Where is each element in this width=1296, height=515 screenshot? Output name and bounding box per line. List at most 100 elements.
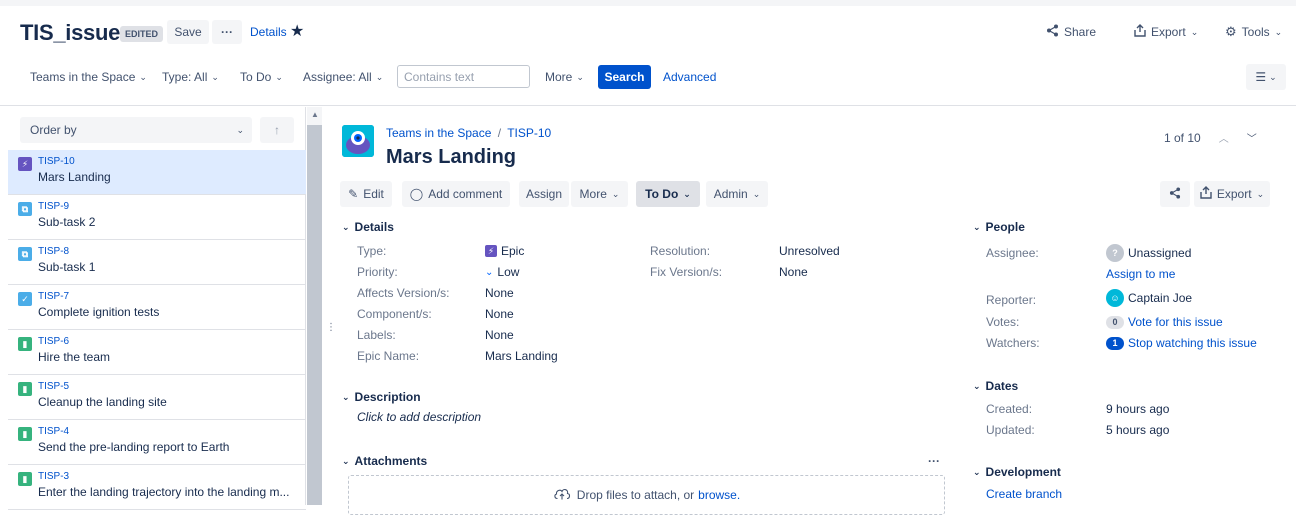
votes-label: Votes: xyxy=(986,315,1020,329)
type-filter[interactable]: Type: All ⌄ xyxy=(162,70,219,84)
issue-list-item[interactable]: ⧉ TISP-9 Sub-task 2 xyxy=(8,195,306,240)
watchers-label: Watchers: xyxy=(986,336,1040,350)
issue-detail: Teams in the Space / TISP-10 Mars Landin… xyxy=(330,107,1296,515)
description-section-toggle[interactable]: ⌄ Description xyxy=(342,390,421,404)
share-issue-button[interactable] xyxy=(1160,181,1190,207)
issue-key: TISP-6 xyxy=(38,336,70,347)
issue-summary: Hire the team xyxy=(38,350,111,364)
add-comment-button[interactable]: ◯ Add comment xyxy=(402,181,510,207)
assignee-filter[interactable]: Assignee: All ⌄ xyxy=(303,70,383,84)
export-label: Export xyxy=(1151,25,1186,39)
more-criteria-button[interactable]: More ⌄ xyxy=(545,70,584,84)
story-icon: ▮ xyxy=(18,382,32,396)
details-heading: Details xyxy=(354,220,394,234)
chevron-down-icon: ⌄ xyxy=(1190,26,1199,37)
add-comment-label: Add comment xyxy=(428,187,503,201)
status-label: To Do xyxy=(645,187,679,201)
people-section-toggle[interactable]: ⌄ People xyxy=(973,220,1025,234)
admin-label: Admin xyxy=(713,187,748,201)
more-menu-button[interactable]: More ⌄ xyxy=(571,181,628,207)
chevron-down-icon: ⌄ xyxy=(342,391,350,402)
layout-switcher-button[interactable]: ☰ ⌄ xyxy=(1246,64,1286,90)
project-filter[interactable]: Teams in the Space ⌄ xyxy=(30,70,147,84)
previous-issue-icon[interactable]: ︿ xyxy=(1219,130,1229,145)
scroll-up-icon[interactable]: ▲ xyxy=(311,110,319,119)
issue-summary: Cleanup the landing site xyxy=(38,395,167,409)
edit-button[interactable]: ✎ Edit xyxy=(340,181,392,207)
vote-link[interactable]: Vote for this issue xyxy=(1128,315,1223,329)
breadcrumb-issue-key[interactable]: TISP-10 xyxy=(507,126,551,140)
issue-key: TISP-4 xyxy=(38,426,70,437)
issue-list-item[interactable]: ⚡ TISP-10 Mars Landing xyxy=(8,150,306,195)
star-icon[interactable]: ★ xyxy=(290,21,304,41)
tools-label: Tools xyxy=(1241,25,1270,39)
issue-key: TISP-5 xyxy=(38,381,70,392)
gear-icon: ⚙ xyxy=(1225,24,1237,39)
chevron-down-icon: ⌄ xyxy=(1274,26,1283,37)
sort-direction-button[interactable]: ↑ xyxy=(260,117,294,143)
created-label: Created: xyxy=(986,402,1033,416)
assign-to-me-link[interactable]: Assign to me xyxy=(1106,267,1175,281)
export-issue-button[interactable]: Export ⌄ xyxy=(1194,181,1270,207)
save-button[interactable]: Save xyxy=(167,20,209,44)
share-button[interactable]: Share xyxy=(1046,24,1096,40)
status-filter[interactable]: To Do ⌄ xyxy=(240,70,283,84)
drop-files-text: Drop files to attach, or xyxy=(576,488,695,502)
create-branch-link[interactable]: Create branch xyxy=(986,487,1062,501)
issue-list-item[interactable]: ⧉ TISP-8 Sub-task 1 xyxy=(8,240,306,285)
assignee-filter-label: Assignee: All xyxy=(303,70,372,84)
issue-summary: Sub-task 1 xyxy=(38,260,96,274)
details-section-toggle[interactable]: ⌄ Details xyxy=(342,220,394,234)
attachments-options-button[interactable]: ··· xyxy=(928,454,940,468)
filter-title: TIS_issues xyxy=(20,20,132,45)
export-menu-button[interactable]: Export ⌄ xyxy=(1134,24,1198,40)
more-label: More xyxy=(579,187,607,201)
issue-list-item[interactable]: ▮ TISP-6 Hire the team xyxy=(8,330,306,375)
issue-list-item[interactable]: ▮ TISP-3 Enter the landing trajectory into… xyxy=(8,465,306,510)
issue-summary: Mars Landing xyxy=(38,170,111,184)
description-editor[interactable]: Click to add description xyxy=(357,410,481,424)
order-by-select[interactable]: Order by ⌄ xyxy=(20,117,252,143)
resolution-value: Unresolved xyxy=(779,244,840,258)
issue-summary: Send the pre-landing report to Earth xyxy=(38,440,230,454)
issue-title: Mars Landing xyxy=(386,146,517,168)
updated-label: Updated: xyxy=(986,423,1035,437)
attachments-section-toggle[interactable]: ⌄ Attachments xyxy=(342,454,427,468)
issue-list-item[interactable]: ✓ TISP-7 Complete ignition tests xyxy=(8,285,306,330)
stop-watching-link[interactable]: Stop watching this issue xyxy=(1128,336,1257,350)
fix-version-value: None xyxy=(779,265,808,279)
status-filter-label: To Do xyxy=(240,70,272,84)
admin-menu-button[interactable]: Admin ⌄ xyxy=(706,181,768,207)
more-actions-button[interactable]: ··· xyxy=(212,20,242,44)
pager-text: 1 of 10 xyxy=(1164,130,1201,145)
votes-value: 0 Vote for this issue xyxy=(1106,315,1223,329)
dates-section-toggle[interactable]: ⌄ Dates xyxy=(973,379,1018,393)
issue-list-item[interactable]: ▮ TISP-5 Cleanup the landing site xyxy=(8,375,306,420)
reporter-avatar: ☺ xyxy=(1106,289,1124,307)
story-icon: ▮ xyxy=(18,427,32,441)
epic-name-label: Epic Name: xyxy=(357,349,420,363)
reporter-value: ☺ Captain Joe xyxy=(1106,289,1192,307)
search-button[interactable]: Search xyxy=(598,65,651,89)
details-link[interactable]: Details xyxy=(250,25,287,39)
created-value: 9 hours ago xyxy=(1106,402,1170,416)
status-transition-button[interactable]: To Do ⌄ xyxy=(636,181,700,207)
breadcrumb-project[interactable]: Teams in the Space xyxy=(386,126,491,140)
type-field-label: Type: xyxy=(357,244,387,258)
attachment-dropzone[interactable]: Drop files to attach, or browse. xyxy=(348,475,945,515)
assignee-value: ? Unassigned xyxy=(1106,244,1191,262)
text-search-input[interactable]: Contains text xyxy=(397,65,530,88)
priority-field-label: Priority: xyxy=(357,265,398,279)
tools-menu-button[interactable]: ⚙ Tools ⌄ xyxy=(1225,24,1282,40)
scrollbar-thumb[interactable] xyxy=(307,125,322,505)
assign-button[interactable]: Assign xyxy=(519,181,569,207)
epic-icon: ⚡ xyxy=(18,157,32,171)
next-issue-icon[interactable]: ﹀ xyxy=(1247,130,1257,145)
project-avatar xyxy=(342,125,374,157)
issue-list-item[interactable]: ▮ TISP-4 Send the pre-landing report to Ea… xyxy=(8,420,306,465)
advanced-search-link[interactable]: Advanced xyxy=(663,70,716,84)
browse-link[interactable]: browse. xyxy=(698,488,740,502)
chevron-down-icon: ⌄ xyxy=(611,188,620,199)
development-section-toggle[interactable]: ⌄ Development xyxy=(973,465,1061,479)
assignee-name: Unassigned xyxy=(1128,246,1192,260)
